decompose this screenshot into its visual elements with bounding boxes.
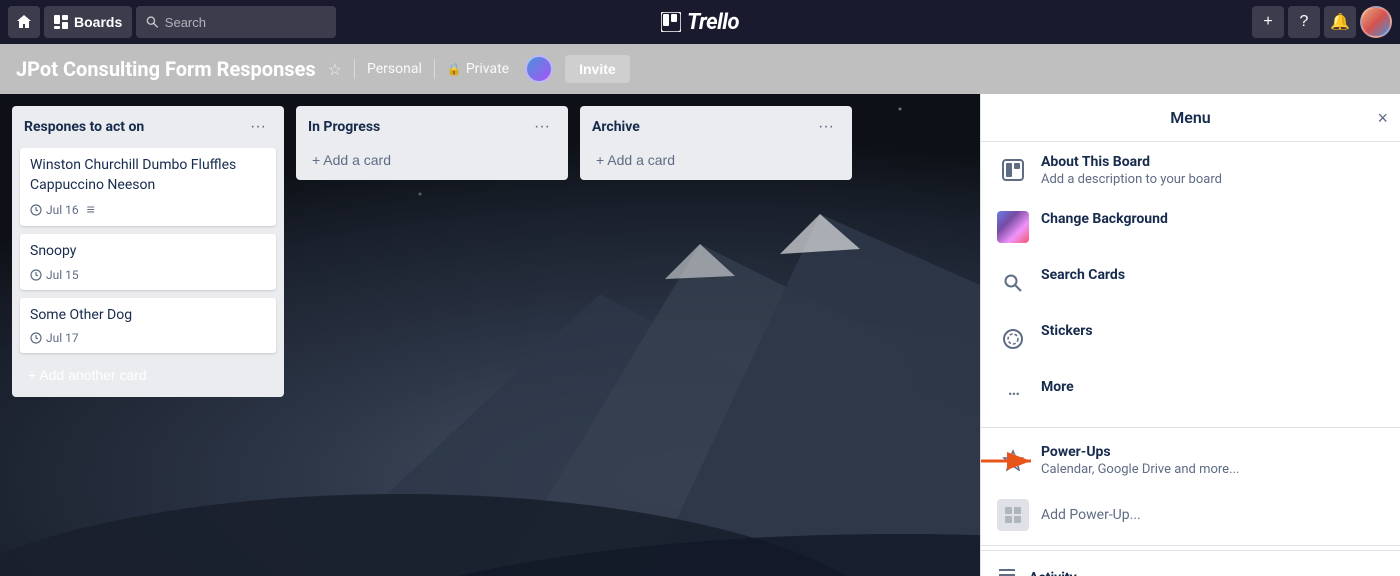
list-title: Respones to act on — [24, 119, 144, 135]
logo-text: Trello — [687, 10, 739, 35]
board-visibility: Personal — [367, 61, 422, 77]
card-meta: Jul 15 — [30, 268, 266, 282]
list-list-3: Archive ··· + Add a card — [580, 106, 852, 180]
board-header: JPot Consulting Form Responses ☆ Persona… — [0, 44, 1400, 94]
search-cards-title: Search Cards — [1041, 267, 1384, 283]
about-board-content: About This Board Add a description to yo… — [1041, 154, 1384, 187]
add-powerup-icon — [997, 499, 1029, 531]
boards-button[interactable]: Boards — [44, 6, 132, 38]
menu-item-search[interactable]: Search Cards — [981, 255, 1400, 311]
list-menu-button[interactable]: ··· — [528, 116, 556, 138]
stickers-icon — [997, 323, 1029, 355]
list-header: Archive ··· — [588, 114, 844, 140]
menu-title: Menu — [1170, 108, 1210, 127]
menu-item-about[interactable]: About This Board Add a description to yo… — [981, 142, 1400, 199]
add-card-button[interactable]: + Add a card — [588, 148, 844, 172]
privacy-label: Private — [466, 61, 509, 77]
notification-button[interactable]: 🔔 — [1324, 6, 1356, 38]
description-icon: ≡ — [87, 201, 95, 218]
powerups-arrow — [980, 446, 1041, 476]
card[interactable]: Some Other Dog Jul 17 — [20, 298, 276, 354]
card[interactable]: Snoopy Jul 15 — [20, 234, 276, 290]
stickers-title: Stickers — [1041, 323, 1384, 339]
menu-item-background[interactable]: Change Background — [981, 199, 1400, 255]
card-title: Winston Churchill Dumbo Fluffles Cappucc… — [30, 156, 266, 195]
search-input[interactable] — [165, 15, 326, 30]
menu-close-button[interactable]: × — [1377, 109, 1388, 127]
lock-icon: 🔒 — [447, 62, 462, 76]
boards-label: Boards — [74, 14, 122, 30]
card-meta: Jul 17 — [30, 331, 266, 345]
more-icon: ··· — [997, 379, 1029, 411]
list-title: In Progress — [308, 119, 380, 135]
menu-item-stickers[interactable]: Stickers — [981, 311, 1400, 367]
list-header: Respones to act on ··· — [20, 114, 276, 140]
background-title: Change Background — [1041, 211, 1384, 227]
menu-item-powerups[interactable]: Power-Ups Calendar, Google Drive and mor… — [981, 432, 1400, 489]
about-board-title: About This Board — [1041, 154, 1384, 170]
activity-title: Activity — [1029, 570, 1077, 576]
list-title: Archive — [592, 119, 640, 135]
board-body: Respones to act on ··· Winston Churchill… — [0, 94, 1400, 576]
add-card-button[interactable]: + Add a card — [304, 148, 560, 172]
visibility-label: Personal — [367, 61, 422, 77]
search-cards-icon — [997, 267, 1029, 299]
search-cards-content: Search Cards — [1041, 267, 1384, 283]
card[interactable]: Winston Churchill Dumbo Fluffles Cappucc… — [20, 148, 276, 226]
add-powerup-text: Add Power-Up... — [1041, 507, 1141, 523]
info-button[interactable]: ? — [1288, 6, 1320, 38]
user-avatar[interactable] — [1360, 6, 1392, 38]
add-powerup-item[interactable]: Add Power-Up... — [981, 489, 1400, 541]
team-avatar — [525, 55, 553, 83]
divider-2 — [434, 59, 435, 79]
list-header: In Progress ··· — [304, 114, 560, 140]
list-menu-button[interactable]: ··· — [812, 116, 840, 138]
card-meta: Jul 16 ≡ — [30, 201, 266, 218]
powerups-content: Power-Ups Calendar, Google Drive and mor… — [1041, 444, 1384, 477]
more-content: More — [1041, 379, 1384, 395]
add-another-card-button[interactable]: + Add another card — [20, 361, 155, 389]
more-title: More — [1041, 379, 1384, 395]
card-date: Jul 15 — [30, 268, 79, 282]
stickers-content: Stickers — [1041, 323, 1384, 339]
menu-item-more[interactable]: ··· More — [981, 367, 1400, 423]
trello-logo: Trello — [661, 10, 739, 35]
about-board-icon — [997, 154, 1029, 186]
list-menu-button[interactable]: ··· — [244, 116, 272, 138]
nav-right-actions: + ? 🔔 — [1252, 6, 1392, 38]
about-board-subtitle: Add a description to your board — [1041, 172, 1384, 187]
menu-panel: Menu × About This Board Add a descriptio… — [980, 94, 1400, 576]
menu-divider-2 — [981, 545, 1400, 546]
invite-button[interactable]: Invite — [565, 55, 630, 83]
menu-item-activity[interactable]: Activity — [981, 550, 1400, 576]
card-title: Some Other Dog — [30, 306, 266, 326]
search-bar[interactable] — [136, 6, 336, 38]
list-list-2: In Progress ··· + Add a card — [296, 106, 568, 180]
list-list-1: Respones to act on ··· Winston Churchill… — [12, 106, 284, 397]
menu-header: Menu × — [981, 94, 1400, 142]
board-privacy: 🔒 Private — [447, 61, 509, 77]
card-title: Snoopy — [30, 242, 266, 262]
activity-icon — [997, 565, 1017, 576]
divider — [354, 59, 355, 79]
board-title: JPot Consulting Form Responses — [16, 57, 316, 81]
menu-divider-1 — [981, 427, 1400, 428]
powerups-title: Power-Ups — [1041, 444, 1384, 460]
star-icon[interactable]: ☆ — [328, 60, 342, 79]
create-button[interactable]: + — [1252, 6, 1284, 38]
home-button[interactable] — [8, 6, 40, 38]
background-content: Change Background — [1041, 211, 1384, 227]
top-navigation: Boards Trello + ? 🔔 — [0, 0, 1400, 44]
change-background-icon — [997, 211, 1029, 243]
powerups-subtitle: Calendar, Google Drive and more... — [1041, 462, 1384, 477]
card-date: Jul 17 — [30, 331, 79, 345]
card-date: Jul 16 — [30, 203, 79, 217]
